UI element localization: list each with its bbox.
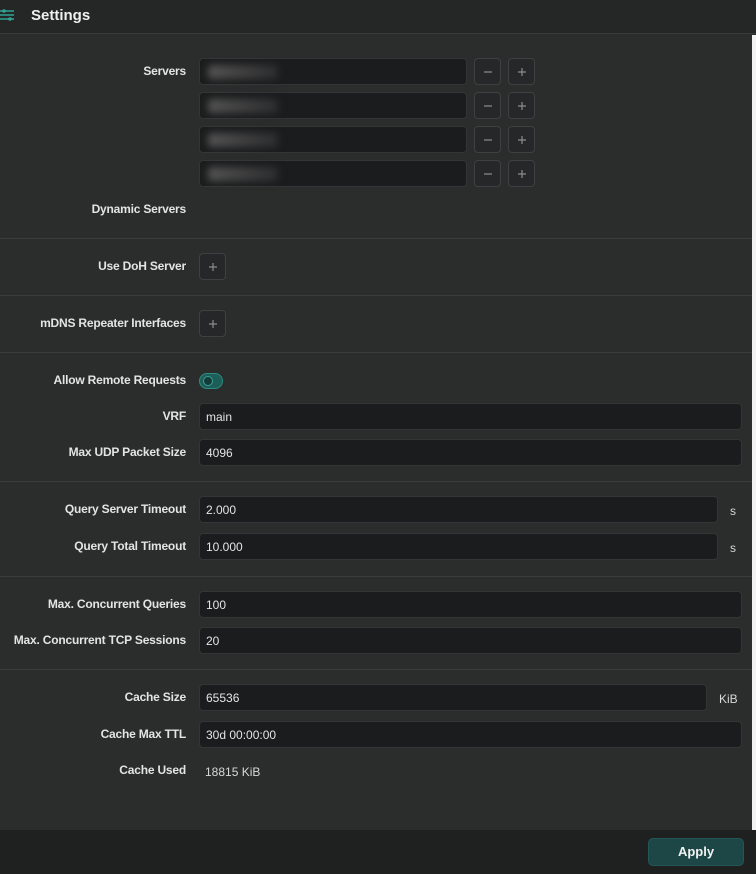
max-udp-label: Max UDP Packet Size [68,445,187,459]
doh-label: Use DoH Server [98,259,186,273]
query-server-timeout-label: Query Server Timeout [64,502,186,516]
cache-size-field[interactable]: 65536 [199,684,707,711]
section-divider [0,295,752,296]
max-queries-field[interactable]: 100 [199,591,742,618]
add-server-2-button[interactable] [508,92,535,119]
unit-label: s [730,504,736,518]
remove-server-3-button[interactable] [474,126,501,153]
query-total-timeout-field[interactable]: 10.000 [199,533,718,560]
server-value-redacted [208,167,278,181]
cache-used-label: Cache Used [119,763,186,777]
remove-server-4-button[interactable] [474,160,501,187]
cache-max-ttl-label: Cache Max TTL [100,727,187,741]
unit-label: s [730,541,736,555]
section-divider [0,238,752,239]
apply-button[interactable]: Apply [648,838,744,866]
vrf-field[interactable]: main [199,403,742,430]
query-server-timeout-field[interactable]: 2.000 [199,496,718,523]
server-value-redacted [208,65,278,79]
plus-icon [517,135,526,144]
server-input-3[interactable] [199,126,467,153]
remove-server-2-button[interactable] [474,92,501,119]
minus-icon [483,138,492,141]
server-input-2[interactable] [199,92,467,119]
mdns-label: mDNS Repeater Interfaces [40,316,186,330]
cache-max-ttl-field[interactable]: 30d 00:00:00 [199,721,742,748]
minus-icon [483,172,492,175]
cache-size-label: Cache Size [124,690,187,704]
remove-server-1-button[interactable] [474,58,501,85]
plus-icon [208,262,217,271]
server-input-1[interactable] [199,58,467,85]
max-tcp-field[interactable]: 20 [199,627,742,654]
server-input-4[interactable] [199,160,467,187]
server-value-redacted [208,133,278,147]
minus-icon [483,70,492,73]
add-doh-server-button[interactable] [199,253,226,280]
vrf-label: VRF [162,409,187,423]
footer-bar: Apply [0,830,756,874]
header-bar: Settings [0,0,756,34]
add-server-4-button[interactable] [508,160,535,187]
add-server-3-button[interactable] [508,126,535,153]
minus-icon [483,104,492,107]
max-udp-field[interactable]: 4096 [199,439,742,466]
query-total-timeout-label: Query Total Timeout [74,539,186,553]
plus-icon [517,101,526,110]
allow-remote-label: Allow Remote Requests [53,373,187,387]
servers-label: Servers [143,64,186,78]
scrollbar[interactable] [752,35,756,830]
max-tcp-label: Max. Concurrent TCP Sessions [13,633,186,647]
section-divider [0,576,752,577]
add-server-1-button[interactable] [508,58,535,85]
server-value-redacted [208,99,278,113]
network-settings-icon [0,9,14,21]
dynamic-servers-label: Dynamic Servers [91,202,187,216]
section-divider [0,481,752,482]
plus-icon [517,169,526,178]
plus-icon [208,319,217,328]
page-title: Settings [31,7,91,24]
cache-used-value: 18815 KiB [205,765,261,779]
max-queries-label: Max. Concurrent Queries [47,597,186,611]
plus-icon [517,67,526,76]
allow-remote-toggle[interactable] [199,373,223,389]
toggle-knob [203,376,213,386]
add-mdns-interface-button[interactable] [199,310,226,337]
unit-label: KiB [719,692,738,706]
section-divider [0,352,752,353]
section-divider [0,669,752,670]
